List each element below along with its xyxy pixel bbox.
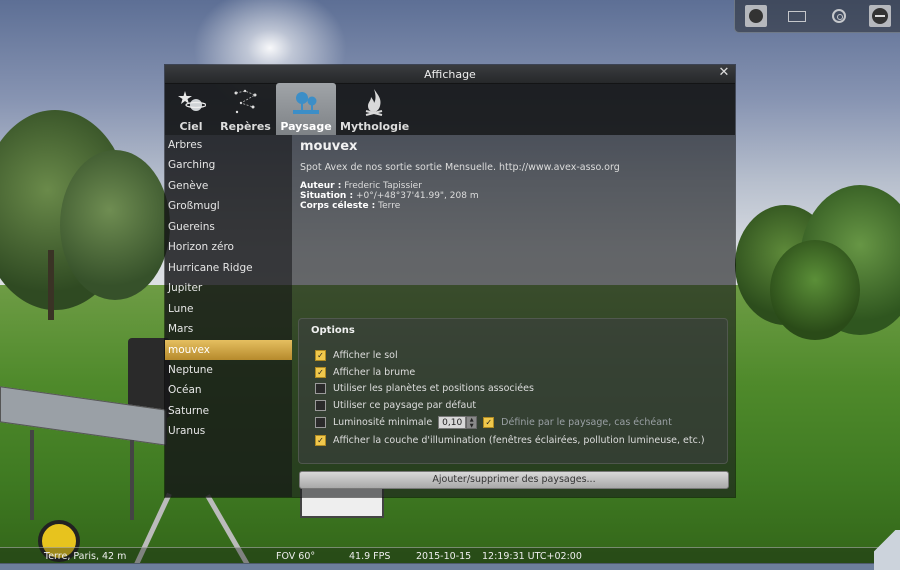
show-illumination-checkbox[interactable]: ✓ [315, 434, 326, 446]
list-item[interactable]: Hurricane Ridge [165, 258, 292, 278]
min-brightness-checkbox[interactable] [315, 416, 326, 428]
use-associated-planet-label: Utiliser les planètes et positions assoc… [333, 382, 534, 394]
list-item[interactable]: Mars [165, 319, 292, 339]
show-illumination-option[interactable]: ✓ Afficher la couche d'illumination (fen… [315, 433, 705, 447]
tab-markings-label: Repères [220, 120, 271, 133]
list-item[interactable]: Horizon zéro [165, 237, 292, 257]
list-item[interactable]: Guereins [165, 217, 292, 237]
close-icon[interactable]: ✕ [717, 66, 731, 80]
status-fov: FOV 60° [276, 551, 316, 562]
landscape-name: mouvex [300, 139, 358, 154]
author-label: Auteur : [300, 181, 342, 191]
landscape-body: Corps céleste : Terre [300, 201, 400, 211]
constellation-art-icon[interactable] [744, 5, 767, 27]
tab-mythology[interactable]: Mythologie [340, 83, 410, 135]
add-remove-landscapes-button[interactable]: Ajouter/supprimer des paysages... [299, 471, 729, 489]
landscape-author: Auteur : Frederic Tapissier [300, 181, 422, 191]
list-item[interactable]: Genève [165, 176, 292, 196]
tree [60, 150, 170, 300]
stars-planets-icon [178, 91, 206, 111]
use-as-default-option[interactable]: Utiliser ce paysage par défaut [315, 398, 476, 412]
tab-landscape-label: Paysage [280, 120, 332, 133]
tab-sky-label: Ciel [179, 120, 203, 133]
landscape-details: mouvex Spot Avex de nos sortie sortie Me… [292, 135, 735, 497]
show-fog-label: Afficher la brume [333, 366, 416, 378]
list-item[interactable]: Lune [165, 299, 292, 319]
tree-trunk [48, 250, 54, 320]
table-leg [30, 430, 34, 520]
location-value: +0°/+48°37'41.99", 208 m [355, 191, 479, 201]
bottom-bar-toggle-icon[interactable] [874, 530, 900, 570]
show-ground-label: Afficher le sol [333, 349, 398, 361]
use-associated-planet-option[interactable]: Utiliser les planètes et positions assoc… [315, 381, 534, 395]
show-illumination-label: Afficher la couche d'illumination (fenêt… [333, 434, 705, 446]
status-fps: 41.9 FPS [349, 551, 391, 562]
show-fog-checkbox[interactable]: ✓ [315, 366, 326, 378]
min-brightness-spinbox[interactable]: 0,10 ▲ ▼ [438, 415, 478, 429]
spin-buttons[interactable]: ▲ ▼ [466, 415, 478, 429]
tab-bar: Ciel Repères Paysage Mythologie [165, 83, 735, 135]
tab-mythology-label: Mythologie [340, 120, 410, 133]
show-ground-option[interactable]: ✓ Afficher le sol [315, 348, 398, 362]
tab-sky[interactable]: Ciel [165, 83, 217, 135]
status-location: Terre, Paris, 42 m [44, 551, 127, 562]
list-item[interactable]: Océan [165, 380, 292, 400]
min-brightness-option: Luminosité minimale 0,10 ▲ ▼ ✓ Définie p… [315, 415, 672, 429]
list-item[interactable]: Arbres [165, 135, 292, 155]
min-brightness-input[interactable]: 0,10 [438, 415, 467, 429]
list-item-selected[interactable]: mouvex [165, 340, 292, 360]
dialog-titlebar[interactable]: Affichage ✕ [165, 65, 735, 84]
view-settings-dialog: Affichage ✕ Ciel Repères Paysage Mytholo… [165, 65, 735, 497]
landscape-list: Arbres Garching Genève Großmugl Guereins… [165, 135, 292, 497]
markings-icon [234, 89, 256, 114]
options-group: Options ✓ Afficher le sol ✓ Afficher la … [298, 318, 728, 464]
min-brightness-label: Luminosité minimale [333, 416, 433, 428]
list-item[interactable]: Uranus [165, 421, 292, 441]
defined-by-landscape-checkbox[interactable]: ✓ [483, 416, 495, 428]
ground-icon[interactable] [786, 5, 808, 27]
landscape-location: Situation : +0°/+48°37'41.99", 208 m [300, 191, 479, 201]
landscape-trees-icon [293, 92, 319, 114]
dialog-title: Affichage [424, 68, 476, 81]
use-associated-planet-checkbox[interactable] [315, 382, 326, 394]
list-item[interactable]: Saturne [165, 401, 292, 421]
body-label: Corps céleste : [300, 201, 376, 211]
location-label: Situation : [300, 191, 354, 201]
status-date: 2015-10-15 [416, 551, 472, 562]
list-item[interactable]: Neptune [165, 360, 292, 380]
spin-down-icon[interactable]: ▼ [467, 423, 476, 429]
view-toolbar [734, 0, 900, 33]
telescope-icon[interactable] [869, 5, 892, 27]
list-item[interactable]: Großmugl [165, 196, 292, 216]
options-title: Options [311, 325, 355, 336]
list-item[interactable]: Jupiter [165, 278, 292, 298]
defined-by-landscape-label: Définie par le paysage, cas échéant [501, 416, 672, 428]
tab-landscape[interactable]: Paysage [276, 83, 336, 135]
tree [770, 240, 860, 340]
author-value: Frederic Tapissier [344, 181, 422, 191]
landscape-description: Spot Avex de nos sortie sortie Mensuelle… [300, 162, 620, 173]
status-bar: Terre, Paris, 42 m FOV 60° 41.9 FPS 2015… [0, 547, 900, 564]
tab-markings[interactable]: Repères [217, 83, 274, 135]
body-value: Terre [378, 201, 401, 211]
atmosphere-icon[interactable] [828, 5, 850, 27]
use-as-default-checkbox[interactable] [315, 399, 326, 411]
show-fog-option[interactable]: ✓ Afficher la brume [315, 365, 415, 379]
fire-icon [365, 89, 383, 116]
list-item[interactable]: Garching [165, 155, 292, 175]
show-ground-checkbox[interactable]: ✓ [315, 349, 326, 361]
table-leg [130, 440, 134, 520]
use-as-default-label: Utiliser ce paysage par défaut [333, 399, 477, 411]
status-time: 12:19:31 UTC+02:00 [482, 551, 582, 562]
